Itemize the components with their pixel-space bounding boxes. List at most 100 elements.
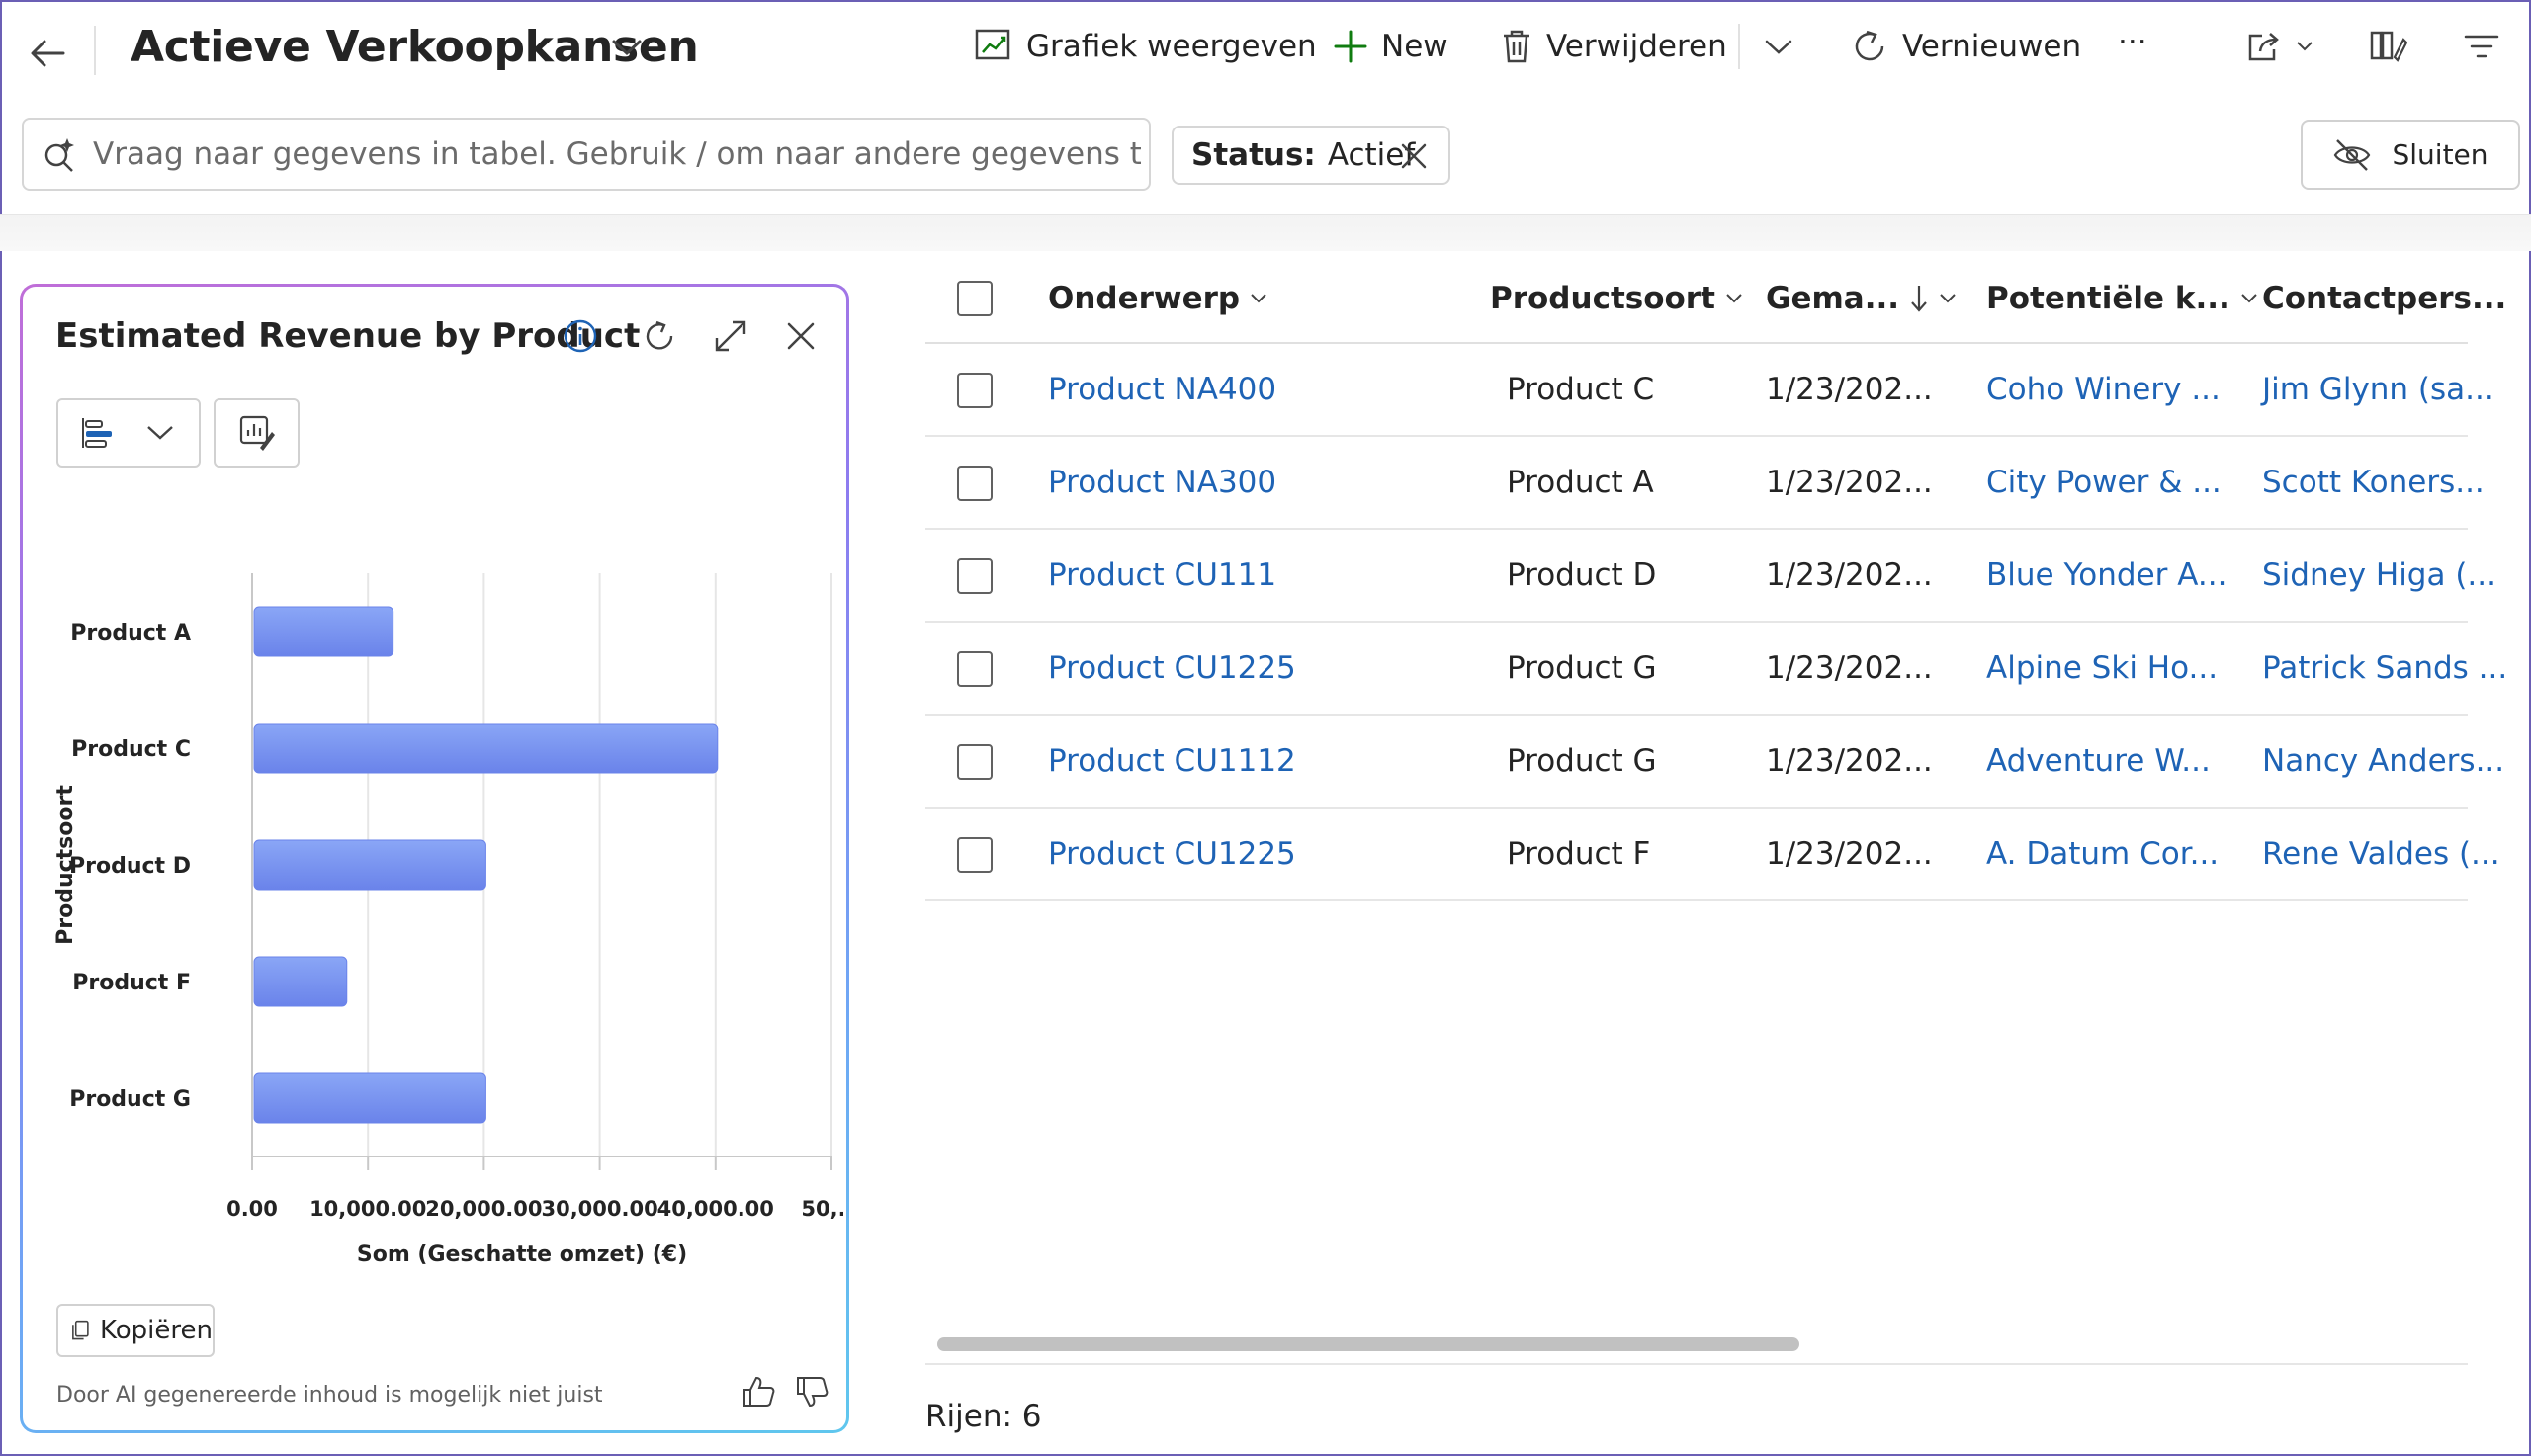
row-checkbox[interactable] xyxy=(957,651,993,687)
column-header-product-type[interactable]: Productsoort xyxy=(1490,281,1743,316)
cell-subject[interactable]: Product NA400 xyxy=(1048,372,1276,407)
column-header-potential-customer[interactable]: Potentiële k... xyxy=(1986,281,2258,316)
columns-edit-icon xyxy=(2370,31,2407,62)
copilot-search-box[interactable] xyxy=(22,118,1151,191)
info-button[interactable] xyxy=(559,314,602,358)
y-category-label: Product C xyxy=(71,737,191,762)
y-category-label: Product D xyxy=(69,854,191,879)
cell-subject[interactable]: Product CU1225 xyxy=(1048,650,1296,686)
x-tick-label: 30,000.00 xyxy=(541,1197,657,1221)
search-input[interactable] xyxy=(93,136,1141,172)
table-row[interactable]: Product CU1112 Product G 1/23/202... Adv… xyxy=(925,716,2504,809)
cell-product-type: Product A xyxy=(1507,465,1654,500)
cell-potential-customer[interactable]: Coho Winery ... xyxy=(1986,372,2221,407)
cell-subject[interactable]: Product NA300 xyxy=(1048,465,1276,500)
select-all-checkbox[interactable] xyxy=(957,281,993,316)
row-checkbox[interactable] xyxy=(957,373,993,408)
delete-label: Verwijderen xyxy=(1546,29,1727,64)
thumbs-up-button[interactable] xyxy=(739,1372,778,1412)
column-header-subject[interactable]: Onderwerp xyxy=(1048,281,1267,316)
cell-potential-customer[interactable]: City Power & ... xyxy=(1986,465,2222,500)
revenue-bar-chart: 0.00 10,000.0020,000.0030,000.0040,000.00… xyxy=(53,573,843,1265)
opportunities-grid: Onderwerp Productsoort Gema... Potentiël… xyxy=(925,251,2507,943)
cell-contact[interactable]: Nancy Anders... xyxy=(2262,743,2504,779)
refresh-icon xyxy=(646,320,673,350)
close-chart-button[interactable] xyxy=(779,314,823,358)
overflow-button[interactable]: ··· xyxy=(2118,18,2147,67)
refresh-label: Vernieuwen xyxy=(1902,29,2082,64)
show-chart-button[interactable]: Grafiek weergeven xyxy=(975,22,1317,71)
eye-off-icon xyxy=(2334,138,2371,171)
cell-created: 1/23/202... xyxy=(1766,743,1933,779)
content-divider xyxy=(0,214,2531,251)
row-checkbox[interactable] xyxy=(957,466,993,501)
cell-potential-customer[interactable]: Alpine Ski Ho... xyxy=(1986,650,2218,686)
column-header-label: Onderwerp xyxy=(1048,281,1241,316)
more-commands-dropdown[interactable] xyxy=(1764,22,1793,71)
new-button[interactable]: New xyxy=(1334,22,1448,71)
row-checkbox[interactable] xyxy=(957,837,993,873)
thumbs-down-button[interactable] xyxy=(792,1372,831,1412)
ai-disclaimer: Door AI gegenereerde inhoud is mogelijk … xyxy=(56,1383,603,1408)
copilot-search-icon xyxy=(44,138,74,172)
chart-card-title: Estimated Revenue by Product xyxy=(55,316,641,356)
refresh-button[interactable]: Vernieuwen xyxy=(1851,22,2081,71)
copy-icon xyxy=(72,1320,89,1340)
edit-chart-button[interactable] xyxy=(214,398,300,468)
header-separator xyxy=(94,26,96,75)
cell-contact[interactable]: Patrick Sands ... xyxy=(2262,650,2507,686)
table-row[interactable]: Product CU111 Product D 1/23/202... Blue… xyxy=(925,530,2496,623)
x-tick-label: 40,000.00 xyxy=(657,1197,774,1221)
x-axis-title: Som (Geschatte omzet) (€) xyxy=(357,1242,687,1265)
footer-divider xyxy=(925,1363,2468,1365)
close-copilot-button[interactable]: Sluiten xyxy=(2301,120,2520,190)
column-header-label: Potentiële k... xyxy=(1986,281,2230,316)
row-checkbox[interactable] xyxy=(957,744,993,780)
thumbs-down-icon xyxy=(797,1377,829,1408)
column-header-created[interactable]: Gema... xyxy=(1766,281,1957,316)
status-filter-chip[interactable]: Status: Actief xyxy=(1172,126,1450,185)
cell-product-type: Product D xyxy=(1507,557,1657,593)
show-chart-label: Grafiek weergeven xyxy=(1026,29,1317,64)
plus-icon xyxy=(1334,30,1367,63)
regenerate-chart-button[interactable] xyxy=(638,314,681,358)
cell-product-type: Product C xyxy=(1507,372,1655,407)
row-checkbox[interactable] xyxy=(957,558,993,594)
expand-chart-button[interactable] xyxy=(709,314,752,358)
share-button[interactable] xyxy=(2246,22,2313,71)
delete-button[interactable]: Verwijderen xyxy=(1501,22,1727,71)
chevron-down-icon xyxy=(2297,42,2313,51)
grid-header: Onderwerp Productsoort Gema... Potentiël… xyxy=(925,251,2506,344)
x-tick-label: 20,000.00 xyxy=(425,1197,542,1221)
cell-potential-customer[interactable]: Blue Yonder A... xyxy=(1986,557,2226,593)
horizontal-scrollbar[interactable] xyxy=(937,1337,1799,1351)
edit-columns-button[interactable] xyxy=(2370,22,2407,71)
table-row[interactable]: Product NA400 Product C 1/23/202... Coho… xyxy=(925,344,2494,437)
cell-contact[interactable]: Scott Koners... xyxy=(2262,465,2485,500)
close-icon[interactable] xyxy=(1399,141,1429,171)
cell-contact[interactable]: Sidney Higa (... xyxy=(2262,557,2496,593)
copy-label: Kopiëren xyxy=(100,1316,213,1345)
x-tick-label: 0.00 xyxy=(226,1197,278,1221)
view-selector-chevron[interactable] xyxy=(611,38,651,71)
trash-icon xyxy=(1504,30,1529,63)
back-button[interactable] xyxy=(22,28,73,79)
cell-contact[interactable]: Jim Glynn (sa... xyxy=(2262,372,2494,407)
copy-button[interactable]: Kopiëren xyxy=(56,1304,215,1357)
chart-type-selector[interactable] xyxy=(56,398,201,468)
table-row[interactable]: Product CU1225 Product G 1/23/202... Alp… xyxy=(925,623,2507,716)
table-row[interactable]: Product CU1225 Product F 1/23/202... A. … xyxy=(925,809,2500,901)
cell-subject[interactable]: Product CU111 xyxy=(1048,557,1276,593)
y-category-label: Product G xyxy=(69,1087,191,1112)
table-row[interactable]: Product NA300 Product A 1/23/202... City… xyxy=(925,437,2485,530)
cell-subject[interactable]: Product CU1225 xyxy=(1048,836,1296,872)
cell-potential-customer[interactable]: A. Datum Cor... xyxy=(1986,836,2219,872)
column-header-contact[interactable]: Contactpers... xyxy=(2262,281,2506,316)
cell-subject[interactable]: Product CU1112 xyxy=(1048,743,1296,779)
back-arrow-icon xyxy=(31,40,65,67)
chevron-down-icon xyxy=(1726,294,1742,303)
cell-product-type: Product G xyxy=(1507,743,1657,779)
cell-potential-customer[interactable]: Adventure W... xyxy=(1986,743,2211,779)
edit-filters-button[interactable] xyxy=(2464,22,2499,71)
cell-contact[interactable]: Rene Valdes (... xyxy=(2262,836,2500,872)
